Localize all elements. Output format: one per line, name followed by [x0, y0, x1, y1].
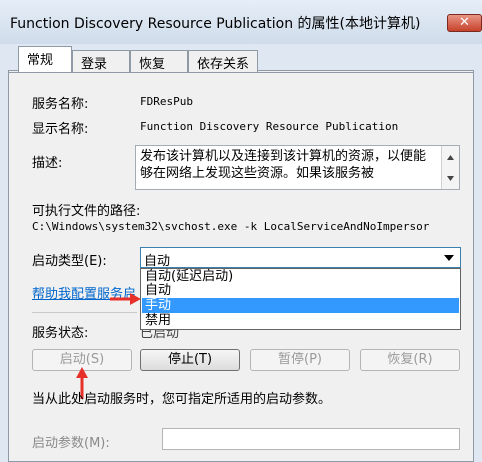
- description-scrollbar[interactable]: [441, 146, 459, 189]
- description-box[interactable]: 发布该计算机以及连接到该计算机的资源，以便能够在网络上发现这些资源。如果该服务被: [135, 145, 460, 190]
- option-disabled[interactable]: 禁用: [142, 313, 459, 328]
- startup-type-select[interactable]: 自动: [140, 247, 461, 269]
- service-status-label: 服务状态:: [32, 326, 89, 341]
- stop-button[interactable]: 停止(T): [140, 349, 240, 371]
- tab-general[interactable]: 常规: [18, 46, 72, 72]
- close-button[interactable]: ✕: [447, 14, 482, 32]
- tab-recovery[interactable]: 恢复: [130, 50, 188, 72]
- option-auto-delayed[interactable]: 自动(延迟启动): [142, 269, 459, 284]
- resume-button[interactable]: 恢复(R): [360, 349, 460, 371]
- service-name-value: FDResPub: [140, 95, 193, 108]
- description-text: 发布该计算机以及连接到该计算机的资源，以便能够在网络上发现这些资源。如果该服务被: [140, 149, 427, 181]
- tab-divider: [8, 72, 474, 73]
- startup-type-label: 启动类型(E):: [32, 254, 107, 269]
- option-manual[interactable]: 手动: [142, 298, 459, 313]
- start-params-hint: 当从此处启动服务时，您可指定所适用的启动参数。: [32, 392, 332, 407]
- display-name-value: Function Discovery Resource Publication: [140, 120, 399, 133]
- start-params-label: 启动参数(M):: [32, 436, 110, 451]
- description-label: 描述:: [32, 156, 63, 171]
- scroll-arrows-icon: [447, 155, 454, 181]
- title-bar: Function Discovery Resource Publication …: [0, 0, 482, 44]
- separator: [32, 312, 137, 313]
- display-name-label: 显示名称:: [32, 122, 89, 137]
- startup-type-dropdown: 自动(延迟启动) 自动 手动 禁用: [140, 268, 461, 330]
- exe-path-label: 可执行文件的路径:: [32, 204, 141, 219]
- startup-type-value: 自动: [144, 254, 171, 269]
- option-auto[interactable]: 自动: [142, 283, 459, 298]
- start-params-input[interactable]: [162, 428, 460, 450]
- tab-dependencies[interactable]: 依存关系: [188, 50, 258, 72]
- chevron-down-icon: [444, 255, 454, 261]
- pause-button[interactable]: 暂停(P): [250, 349, 350, 371]
- tab-logon[interactable]: 登录: [72, 50, 130, 72]
- service-name-label: 服务名称:: [32, 97, 89, 112]
- window-title: Function Discovery Resource Publication …: [10, 16, 421, 32]
- exe-path-value: C:\Windows\system32\svchost.exe -k Local…: [32, 220, 430, 233]
- annotation-arrow-right-icon: [110, 293, 141, 305]
